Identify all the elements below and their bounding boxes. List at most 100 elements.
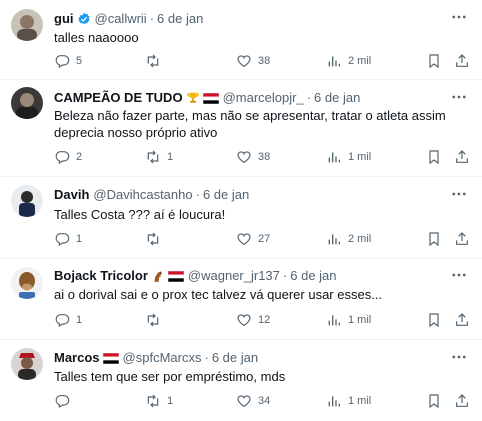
bookmark-button[interactable] <box>426 53 442 69</box>
like-button[interactable]: 38 <box>236 53 270 69</box>
retweet-icon <box>145 393 161 409</box>
timestamp[interactable]: 6 de jan <box>314 90 360 106</box>
reply-icon <box>54 53 70 69</box>
reply-button[interactable] <box>54 393 76 409</box>
reply-count: 1 <box>76 314 83 326</box>
like-button[interactable]: 34 <box>236 393 270 409</box>
reply-button[interactable]: 1 <box>54 312 82 328</box>
retweet-button[interactable] <box>145 53 167 69</box>
views-icon <box>326 231 342 247</box>
reply-button[interactable]: 2 <box>54 149 82 165</box>
tweet-text: talles naaoooo <box>54 30 139 45</box>
more-icon[interactable] <box>450 348 468 371</box>
user-handle[interactable]: @wagner_jr137 <box>188 268 280 284</box>
avatar[interactable] <box>11 348 43 380</box>
reply-icon <box>54 393 70 409</box>
views-button[interactable]: 1 mil <box>326 312 371 328</box>
tweet-header: gui @callwrii · 6 de jan <box>54 11 432 27</box>
bookmark-icon <box>426 231 442 247</box>
heart-icon <box>236 149 252 165</box>
tweet-4[interactable]: Bojack Tricolor @wagner_jr137 · 6 de jan… <box>0 259 482 340</box>
share-icon <box>454 231 470 247</box>
user-handle[interactable]: @Davihcastanho <box>93 187 192 203</box>
view-count: 1 mil <box>348 395 372 407</box>
bookmark-button[interactable] <box>426 231 442 247</box>
share-button[interactable] <box>454 231 470 247</box>
bookmark-icon <box>426 149 442 165</box>
tweet-3[interactable]: Davih @Davihcastanho · 6 de jan Talles C… <box>0 177 482 259</box>
bookmark-button[interactable] <box>426 149 442 165</box>
display-name[interactable]: CAMPEÃO DE TUDO <box>54 90 183 106</box>
like-button[interactable]: 12 <box>236 312 270 328</box>
user-handle[interactable]: @marcelopjr_ <box>223 90 304 106</box>
view-count: 1 mil <box>348 151 372 163</box>
reply-icon <box>54 149 70 165</box>
timestamp[interactable]: 6 de jan <box>203 187 249 203</box>
flag-emoji <box>202 92 219 104</box>
retweet-count: 1 <box>167 151 174 163</box>
more-icon[interactable] <box>450 8 468 31</box>
avatar[interactable] <box>11 267 43 299</box>
heart-icon <box>236 53 252 69</box>
tweet-2[interactable]: CAMPEÃO DE TUDO @marcelopjr_ · 6 de jan … <box>0 80 482 177</box>
display-name[interactable]: Davih <box>54 187 89 203</box>
retweet-icon <box>145 312 161 328</box>
separator-dot: · <box>149 11 155 26</box>
bookmark-icon <box>426 53 442 69</box>
views-button[interactable]: 2 mil <box>326 53 371 69</box>
tweet-actions: 1 12 1 mil <box>0 312 482 330</box>
avatar[interactable] <box>11 9 43 41</box>
retweet-button[interactable]: 1 <box>145 393 173 409</box>
view-count: 1 mil <box>348 314 372 326</box>
reply-icon <box>54 231 70 247</box>
reply-count: 2 <box>76 151 83 163</box>
timestamp[interactable]: 6 de jan <box>290 268 336 284</box>
views-button[interactable]: 1 mil <box>326 149 371 165</box>
tweet-text: Talles tem que ser por empréstimo, mds <box>54 369 286 384</box>
avatar[interactable] <box>11 185 43 217</box>
more-icon[interactable] <box>450 266 468 289</box>
horse-emoji <box>154 271 163 282</box>
tweet-header: Davih @Davihcastanho · 6 de jan <box>54 187 432 203</box>
user-handle[interactable]: @spfcMarcxs <box>123 350 202 366</box>
share-button[interactable] <box>454 53 470 69</box>
reply-count: 1 <box>76 233 83 245</box>
retweet-button[interactable]: 1 <box>145 149 173 165</box>
tweet-5[interactable]: Marcos @spfcMarcxs · 6 de jan Talles tem… <box>0 340 482 421</box>
reply-button[interactable]: 5 <box>54 53 82 69</box>
retweet-button[interactable] <box>145 312 167 328</box>
name-emojis <box>102 352 119 364</box>
user-handle[interactable]: @callwrii <box>95 11 147 27</box>
more-icon[interactable] <box>450 185 468 208</box>
views-button[interactable]: 2 mil <box>326 231 371 247</box>
like-button[interactable]: 27 <box>236 231 270 247</box>
share-icon <box>454 53 470 69</box>
views-icon <box>326 149 342 165</box>
share-button[interactable] <box>454 312 470 328</box>
share-icon <box>454 393 470 409</box>
share-button[interactable] <box>454 393 470 409</box>
share-button[interactable] <box>454 149 470 165</box>
bookmark-button[interactable] <box>426 393 442 409</box>
timestamp[interactable]: 6 de jan <box>157 11 203 27</box>
heart-icon <box>236 231 252 247</box>
display-name[interactable]: gui <box>54 11 74 27</box>
share-icon <box>454 149 470 165</box>
tweet-actions: 2 1 38 1 mil <box>0 149 482 167</box>
views-icon <box>326 53 342 69</box>
retweet-button[interactable] <box>145 231 167 247</box>
tweet-1[interactable]: gui @callwrii · 6 de jan talles naaoooo … <box>0 0 482 80</box>
display-name[interactable]: Marcos <box>54 350 100 366</box>
views-button[interactable]: 1 mil <box>326 393 371 409</box>
like-button[interactable]: 38 <box>236 149 270 165</box>
reply-icon <box>54 312 70 328</box>
like-count: 27 <box>258 233 271 245</box>
bookmark-button[interactable] <box>426 312 442 328</box>
retweet-icon <box>145 231 161 247</box>
views-icon <box>326 393 342 409</box>
timestamp[interactable]: 6 de jan <box>212 350 258 366</box>
reply-button[interactable]: 1 <box>54 231 82 247</box>
tweet-header: Marcos @spfcMarcxs · 6 de jan <box>54 350 432 366</box>
display-name[interactable]: Bojack Tricolor <box>54 268 148 284</box>
avatar[interactable] <box>11 87 43 119</box>
